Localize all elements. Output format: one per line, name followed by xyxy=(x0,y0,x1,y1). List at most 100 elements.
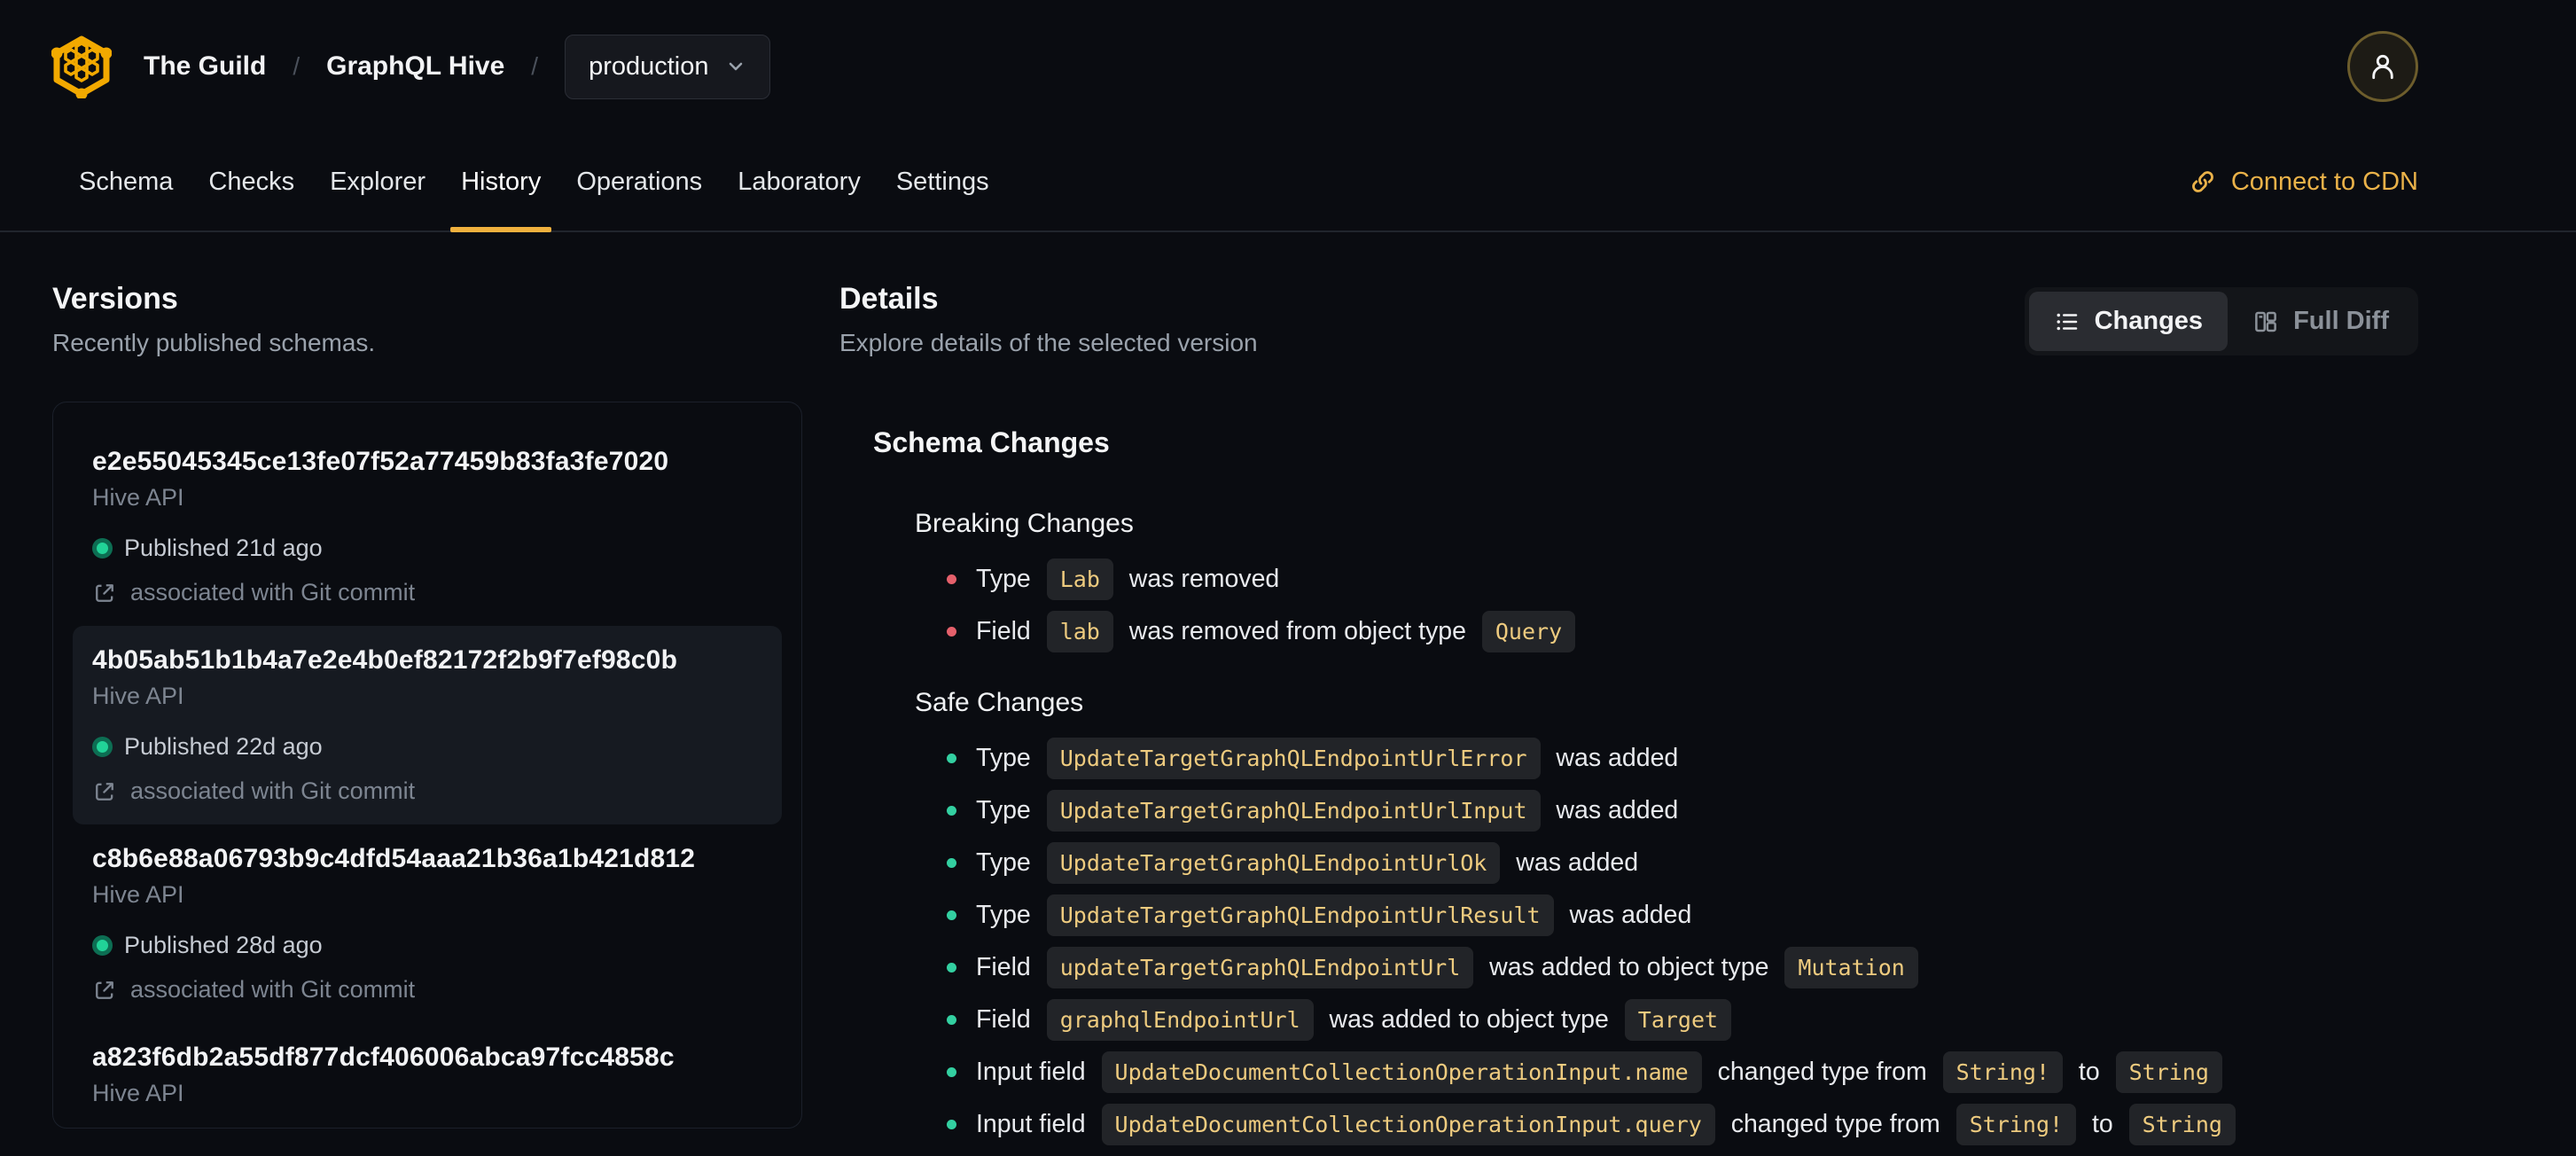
nav-tab-schema[interactable]: Schema xyxy=(61,133,191,230)
user-avatar-button[interactable] xyxy=(2347,31,2418,102)
code-chip: UpdateTargetGraphQLEndpointUrlOk xyxy=(1046,842,1501,884)
nav-tab-checks[interactable]: Checks xyxy=(191,133,312,230)
main-content: Versions Recently published schemas. e2e… xyxy=(0,232,2576,1156)
safe-changes-list: Type UpdateTargetGraphQLEndpointUrlError… xyxy=(947,738,2418,1145)
top-header: The Guild / GraphQL Hive / production xyxy=(0,0,2576,133)
change-text: Type xyxy=(976,901,1038,929)
change-text: was added xyxy=(1509,848,1639,877)
version-card[interactable]: c8b6e88a06793b9c4dfd54aaa21b36a1b421d812… xyxy=(73,824,782,1023)
code-chip: UpdateTargetGraphQLEndpointUrlError xyxy=(1046,738,1541,779)
code-chip: String! xyxy=(1942,1051,2063,1093)
git-commit-link[interactable]: associated with Git commit xyxy=(92,777,762,805)
change-text: was added xyxy=(1549,744,1679,772)
change-text: was added to object type xyxy=(1482,953,1776,981)
safe-changes-title: Safe Changes xyxy=(915,688,1084,717)
bullet-dot xyxy=(947,963,956,972)
published-status-dot xyxy=(92,737,113,757)
git-commit-link[interactable]: associated with Git commit xyxy=(92,579,762,606)
bullet-dot xyxy=(947,806,956,816)
change-row: Type Lab was removed xyxy=(947,558,2418,600)
change-text: Field xyxy=(976,953,1038,981)
published-status: Published 21d ago xyxy=(92,535,762,562)
breaking-changes-section: Breaking Changes Type Lab was removed Fie… xyxy=(915,509,2418,652)
change-row: Field lab was removed from object type Q… xyxy=(947,611,2418,652)
change-text: to xyxy=(2072,1058,2107,1086)
published-status-dot xyxy=(92,935,113,956)
change-text: Input field xyxy=(976,1110,1093,1138)
code-chip: Target xyxy=(1624,999,1732,1041)
version-service-name: Hive API xyxy=(92,683,184,709)
versions-title: Versions xyxy=(52,282,178,316)
bullet-dot xyxy=(947,1015,956,1025)
change-row: Type UpdateTargetGraphQLEndpointUrlInput… xyxy=(947,790,2418,832)
schema-changes-section: Schema Changes Breaking Changes Type Lab… xyxy=(873,426,2418,1145)
version-hash: 4b05ab51b1b4a7e2e4b0ef82172f2b9f7ef98c0b xyxy=(92,645,678,675)
nav-tab-settings[interactable]: Settings xyxy=(878,133,1007,230)
changes-view-button[interactable]: Changes xyxy=(2028,292,2229,351)
version-list: e2e55045345ce13fe07f52a77459b83fa3fe7020… xyxy=(52,402,802,1129)
change-text: Input field xyxy=(976,1058,1093,1086)
code-chip: Lab xyxy=(1046,558,1113,600)
git-commit-link[interactable]: associated with Git commit xyxy=(92,976,762,1004)
change-row: Input field UpdateDocumentCollectionOper… xyxy=(947,1104,2418,1145)
breadcrumb-project[interactable]: GraphQL Hive xyxy=(326,51,504,82)
change-text: was removed xyxy=(1121,565,1280,593)
connect-to-cdn-label: Connect to CDN xyxy=(2230,167,2418,196)
published-status-dot xyxy=(92,538,113,558)
breadcrumb: The Guild / GraphQL Hive / production xyxy=(144,34,770,99)
version-card[interactable]: 4b05ab51b1b4a7e2e4b0ef82172f2b9f7ef98c0b… xyxy=(73,626,782,824)
code-chip: Mutation xyxy=(1784,947,1918,988)
change-text: changed type from xyxy=(1723,1110,1948,1138)
details-panel: Details Explore details of the selected … xyxy=(839,282,2418,1156)
change-text: Type xyxy=(976,796,1038,824)
change-row: Field graphqlEndpointUrl was added to ob… xyxy=(947,999,2418,1041)
bullet-dot xyxy=(947,574,956,584)
published-status: Published 28d ago xyxy=(92,932,762,959)
breadcrumb-org[interactable]: The Guild xyxy=(144,51,266,82)
external-link-icon xyxy=(96,583,113,602)
main-nav: Schema Checks Explorer History Operations Lab… xyxy=(0,133,2576,232)
nav-tab-history[interactable]: History xyxy=(443,133,558,232)
git-commit-label: associated with Git commit xyxy=(130,777,416,804)
chevron-down-icon xyxy=(729,62,742,71)
change-text: was added xyxy=(1562,901,1692,929)
target-selector-dropdown[interactable]: production xyxy=(565,34,770,99)
external-link-icon xyxy=(96,980,113,999)
code-chip: UpdateDocumentCollectionOperationInput.q… xyxy=(1101,1104,1715,1145)
version-card[interactable]: e2e55045345ce13fe07f52a77459b83fa3fe7020… xyxy=(73,427,782,626)
code-chip: UpdateTargetGraphQLEndpointUrlResult xyxy=(1046,894,1554,936)
list-icon xyxy=(2057,313,2077,330)
published-time-label: Published 21d ago xyxy=(124,535,323,561)
version-card[interactable]: a823f6db2a55df877dcf406006abca97fcc4858c… xyxy=(73,1023,782,1128)
breaking-changes-list: Type Lab was removed Field lab was remove… xyxy=(947,558,2418,652)
bullet-dot xyxy=(947,754,956,763)
bullet-dot xyxy=(947,910,956,920)
change-text: Type xyxy=(976,565,1038,593)
changes-view-label: Changes xyxy=(2094,307,2204,335)
version-hash: c8b6e88a06793b9c4dfd54aaa21b36a1b421d812 xyxy=(92,844,696,873)
nav-tab-operations[interactable]: Operations xyxy=(558,133,720,230)
breaking-changes-title: Breaking Changes xyxy=(915,509,1134,538)
nav-tab-laboratory[interactable]: Laboratory xyxy=(720,133,878,230)
published-status: Published 22d ago xyxy=(92,733,762,761)
connect-to-cdn-link[interactable]: Connect to CDN xyxy=(2189,168,2418,197)
git-commit-label: associated with Git commit xyxy=(130,579,416,605)
safe-changes-section: Safe Changes Type UpdateTargetGraphQLEnd… xyxy=(915,688,2418,1145)
change-text: changed type from xyxy=(1710,1058,1934,1086)
change-row: Field updateTargetGraphQLEndpointUrl was… xyxy=(947,947,2418,988)
change-row: Input field UpdateDocumentCollectionOper… xyxy=(947,1051,2418,1093)
full-diff-view-button[interactable]: Full Diff xyxy=(2228,292,2414,351)
change-row: Type UpdateTargetGraphQLEndpointUrlOk wa… xyxy=(947,842,2418,884)
version-hash: a823f6db2a55df877dcf406006abca97fcc4858c xyxy=(92,1043,675,1072)
change-text: was added xyxy=(1549,796,1679,824)
nav-tab-explorer[interactable]: Explorer xyxy=(312,133,443,230)
bullet-dot xyxy=(947,627,956,637)
bullet-dot xyxy=(947,1120,956,1129)
published-time-label: Published 28d ago xyxy=(124,932,323,958)
schema-changes-title: Schema Changes xyxy=(873,426,1110,458)
change-text: Type xyxy=(976,848,1038,877)
breadcrumb-separator: / xyxy=(531,52,539,80)
version-hash: e2e55045345ce13fe07f52a77459b83fa3fe7020 xyxy=(92,447,669,476)
link-icon xyxy=(2191,171,2213,192)
bullet-dot xyxy=(947,1067,956,1077)
